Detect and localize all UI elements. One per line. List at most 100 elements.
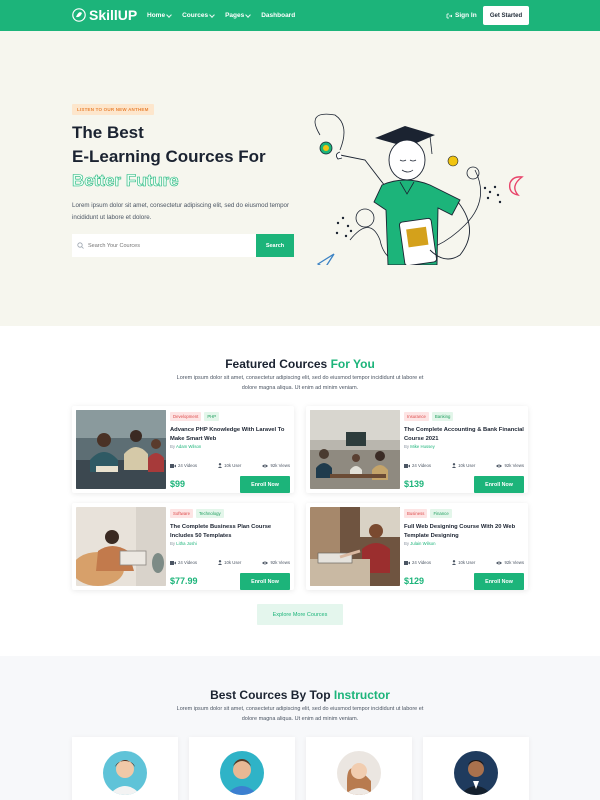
menu-cources-label: Cources (182, 12, 209, 19)
eye-icon (262, 464, 269, 467)
featured-title-accent: For You (330, 357, 375, 371)
student-illustration (314, 113, 524, 265)
course-tag[interactable]: PHP (204, 412, 220, 421)
user-icon (218, 560, 223, 565)
course-tag[interactable]: Software (170, 509, 193, 518)
course-tag[interactable]: Banking (431, 412, 454, 421)
course-price: $129 (404, 576, 425, 586)
videos-stat: 24 Videos (170, 560, 197, 565)
menu-home-label: Home (147, 12, 166, 19)
course-tag[interactable]: Finance (430, 509, 452, 518)
course-tag[interactable]: Technology (195, 509, 224, 518)
hero-description: Lorem ipsum dolor sit amet, consectetur … (72, 202, 290, 221)
brand-name: SkillUP (89, 7, 138, 23)
course-tag[interactable]: Business (404, 509, 428, 518)
views-stat: 92k Views (496, 463, 524, 468)
course-stats: 24 Videos 10k User 92k Views (170, 463, 290, 468)
search-input[interactable] (88, 234, 256, 257)
hero-title: The Best E-Learning Cources For Better F… (72, 121, 312, 193)
search-button[interactable]: Search (256, 234, 294, 257)
main-menu: Home Cources Pages Dashboard (147, 0, 295, 31)
instructor-card[interactable] (189, 737, 295, 800)
user-icon (452, 463, 457, 468)
views-count: 92k Views (504, 463, 524, 468)
course-title[interactable]: The Complete Accounting & Bank Financial… (404, 426, 524, 443)
course-stats: 24 Videos 10k User 92k Views (170, 560, 290, 565)
videos-count: 24 Videos (412, 560, 432, 565)
author-name[interactable]: Mike Hussey (410, 444, 435, 449)
instructor-avatar (337, 751, 381, 795)
author-name[interactable]: Litha Joshi (176, 541, 197, 546)
video-icon (404, 560, 410, 565)
author-name[interactable]: Julain Wilson (410, 541, 435, 546)
instructor-card[interactable] (306, 737, 412, 800)
author-name[interactable]: Adam Wilson (176, 444, 201, 449)
course-card[interactable]: Development PHP Advance PHP Knowledge Wi… (72, 406, 294, 493)
menu-dashboard[interactable]: Dashboard (261, 12, 295, 19)
author-prefix: By (404, 444, 410, 449)
course-tag[interactable]: Insurance (404, 412, 429, 421)
video-icon (170, 463, 176, 468)
course-search-bar: Search (72, 234, 294, 257)
course-card[interactable]: Software Technology The Complete Busines… (72, 503, 294, 590)
user-icon (452, 560, 457, 565)
eye-icon (262, 561, 269, 564)
user-icon (218, 463, 223, 468)
explore-more-button[interactable]: Explore More Cources (257, 604, 343, 625)
course-price: $77.99 (170, 576, 198, 586)
course-author: By Julain Wilson (404, 541, 524, 546)
course-tags: Business Finance (404, 509, 524, 518)
featured-title-text: Featured Cources (225, 357, 328, 371)
menu-pages[interactable]: Pages (225, 11, 252, 19)
instructor-avatar (103, 751, 147, 795)
enroll-now-button[interactable]: Enroll Now (240, 476, 290, 493)
instructors-subtitle: Lorem ipsum dolor sit amet, consectetur … (176, 706, 424, 722)
videos-count: 24 Videos (412, 463, 432, 468)
videos-count: 24 Videos (178, 560, 198, 565)
course-thumbnail (76, 507, 166, 586)
chevron-down-icon (166, 11, 172, 18)
users-stat: 10k User (452, 463, 475, 468)
course-title[interactable]: Advance PHP Knowledge With Laravel To Ma… (170, 426, 290, 443)
instructors-title: Best Cources By Top Instructor (0, 688, 600, 702)
course-author: By Adam Wilson (170, 444, 290, 449)
sign-in-label: Sign In (455, 12, 477, 19)
course-thumbnail (76, 410, 166, 489)
course-price: $99 (170, 479, 186, 489)
course-title[interactable]: Full Web Designing Course With 20 Web Te… (404, 523, 524, 540)
sign-in-link[interactable]: Sign In (446, 12, 477, 19)
video-icon (404, 463, 410, 468)
video-icon (170, 560, 176, 565)
menu-home[interactable]: Home (147, 11, 172, 19)
users-stat: 10k User (218, 560, 241, 565)
course-tag[interactable]: Development (170, 412, 202, 421)
enroll-now-button[interactable]: Enroll Now (474, 573, 524, 590)
course-title[interactable]: The Complete Business Plan Course Includ… (170, 523, 290, 540)
hero-tagline: LISTEN TO OUR NEW ANTHEM (72, 104, 154, 115)
instructor-card[interactable] (72, 737, 178, 800)
course-author: By Mike Hussey (404, 444, 524, 449)
enroll-now-button[interactable]: Enroll Now (474, 476, 524, 493)
get-started-button[interactable]: Get Started (483, 6, 529, 25)
course-price: $139 (404, 479, 425, 489)
author-prefix: By (404, 541, 410, 546)
eye-icon (496, 464, 503, 467)
videos-count: 24 Videos (178, 463, 198, 468)
course-card-body: Development PHP Advance PHP Knowledge Wi… (170, 412, 290, 493)
course-card[interactable]: Insurance Banking The Complete Accountin… (306, 406, 528, 493)
instructor-card[interactable] (423, 737, 529, 800)
enroll-now-button[interactable]: Enroll Now (240, 573, 290, 590)
eye-icon (496, 561, 503, 564)
course-stats: 24 Videos 10k User 92k Views (404, 463, 524, 468)
course-tags: Software Technology (170, 509, 290, 518)
course-thumbnail (310, 507, 400, 586)
hero-title-line1: The Best (72, 123, 144, 142)
featured-title: Featured Cources For You (0, 357, 600, 371)
course-card[interactable]: Business Finance Full Web Designing Cour… (306, 503, 528, 590)
chevron-down-icon (245, 11, 252, 18)
users-count: 10k User (458, 560, 476, 565)
views-count: 92k Views (270, 463, 290, 468)
brand-logo[interactable]: SkillUP (72, 7, 137, 23)
course-card-body: Software Technology The Complete Busines… (170, 509, 290, 590)
menu-cources[interactable]: Cources (182, 11, 215, 19)
